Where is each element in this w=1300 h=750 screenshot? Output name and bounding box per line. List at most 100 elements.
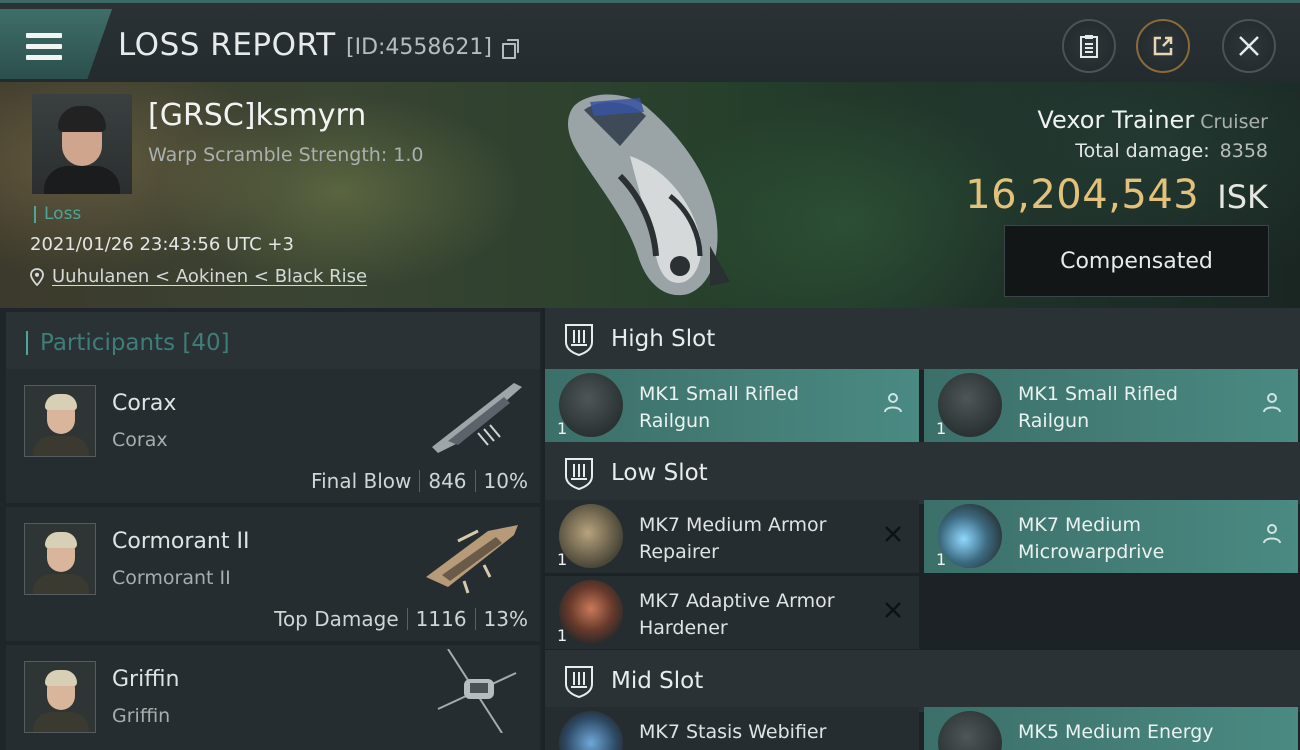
- share-icon: [1153, 36, 1173, 56]
- module-slot[interactable]: 1 MK7 Medium Microwarpdrive: [924, 500, 1298, 573]
- report-id: [ID:4558621]: [346, 35, 492, 60]
- compensated-button[interactable]: Compensated: [1004, 225, 1269, 297]
- participants-header: Participants [40]: [6, 312, 540, 374]
- module-slot[interactable]: 1 MK1 Small Rifled Railgun: [545, 369, 919, 442]
- module-slot[interactable]: 1 MK7 Medium Armor Repairer: [545, 500, 919, 573]
- module-slot[interactable]: 1 MK1 Small Rifled Railgun: [924, 369, 1298, 442]
- high-slot-label: High Slot: [611, 326, 716, 352]
- participants-label: Participants: [40, 330, 176, 356]
- loss-datetime: 2021/01/26 23:43:56 UTC +3: [30, 234, 294, 255]
- railgun-icon: [938, 373, 1002, 437]
- participants-panel: Participants [40] Corax Corax Final Blow…: [0, 308, 542, 750]
- victim-ship-image[interactable]: [560, 86, 740, 300]
- module-slot[interactable]: 1 MK7 Adaptive Armor Hardener: [545, 576, 919, 649]
- total-damage-value: 8358: [1219, 140, 1268, 162]
- energy-module-icon: [938, 711, 1002, 750]
- close-button[interactable]: [1222, 19, 1276, 73]
- module-qty: 1: [936, 550, 947, 569]
- module-name: MK7 Stasis Webifier: [639, 721, 827, 743]
- module-qty: 1: [557, 419, 568, 438]
- module-name: MK7 Adaptive Armor Hardener: [639, 590, 835, 639]
- module-name: MK1 Small Rifled Railgun: [639, 383, 799, 432]
- module-qty: 1: [936, 419, 947, 438]
- participant-avatar[interactable]: [24, 523, 96, 595]
- total-damage: Total damage: 8358: [1075, 140, 1268, 162]
- participant-name: Cormorant II: [112, 529, 250, 554]
- participant-damage: 846: [428, 469, 467, 493]
- participant-ship-image[interactable]: [418, 511, 528, 595]
- high-slot-header: High Slot: [545, 308, 1300, 370]
- ship-name-text: Vexor Trainer: [1037, 106, 1195, 134]
- participant-avatar[interactable]: [24, 661, 96, 733]
- module-slot[interactable]: MK7 Stasis Webifier: [545, 707, 919, 750]
- participant-name: Corax: [112, 391, 177, 416]
- mid-slot-icon: [565, 666, 593, 698]
- participant-percent: 13%: [483, 607, 528, 631]
- close-icon: [1239, 36, 1259, 56]
- module-slot[interactable]: MK5 Medium Energy: [924, 707, 1298, 750]
- victim-panel: [GRSC]ksmyrn Warp Scramble Strength: 1.0…: [0, 82, 1300, 308]
- module-qty: 1: [557, 626, 568, 645]
- fitting-panel: High Slot 1 MK1 Small Rifled Railgun 1 M…: [545, 308, 1300, 750]
- clipboard-button[interactable]: [1062, 19, 1116, 73]
- railgun-icon: [559, 373, 623, 437]
- participant-role: Top Damage: [274, 607, 399, 631]
- module-name: MK7 Medium Microwarpdrive: [1018, 514, 1165, 563]
- warp-scramble-strength: Warp Scramble Strength: 1.0: [148, 144, 424, 166]
- participant-avatar[interactable]: [24, 385, 96, 457]
- clipboard-icon: [1080, 35, 1098, 58]
- high-slot-icon: [565, 324, 593, 356]
- microwarpdrive-icon: [938, 504, 1002, 568]
- participant-row[interactable]: Corax Corax Final Blow 846 10%: [6, 369, 540, 503]
- top-bar: LOSS REPORT [ID:4558621]: [0, 0, 1300, 82]
- participant-row[interactable]: Cormorant II Cormorant II Top Damage 1116…: [6, 507, 540, 641]
- menu-button[interactable]: [0, 9, 112, 79]
- armor-repairer-icon: [559, 504, 623, 568]
- victim-name[interactable]: [GRSC]ksmyrn: [148, 98, 366, 133]
- victim-portrait[interactable]: [32, 94, 132, 194]
- low-slot-icon: [565, 458, 593, 490]
- module-name: MK7 Medium Armor Repairer: [639, 514, 827, 563]
- participant-stats: Top Damage 1116 13%: [274, 607, 528, 631]
- copy-icon[interactable]: [502, 39, 519, 59]
- location-pin-icon: [30, 267, 44, 286]
- participant-ship: Cormorant II: [112, 567, 231, 589]
- low-slot-label: Low Slot: [611, 460, 708, 486]
- destroyed-x-icon: [885, 526, 901, 542]
- participant-ship-image[interactable]: [418, 373, 528, 457]
- victim-ship-name[interactable]: Vexor Trainer Cruiser: [1037, 106, 1268, 134]
- location-link[interactable]: Uuhulanen < Aokinen < Black Rise: [30, 266, 367, 287]
- participant-damage: 1116: [415, 607, 467, 631]
- location-text[interactable]: Uuhulanen < Aokinen < Black Rise: [52, 266, 367, 287]
- participant-role: Final Blow: [311, 469, 412, 493]
- participant-ship: Corax: [112, 429, 168, 451]
- mid-slot-header: Mid Slot: [545, 650, 1300, 712]
- module-name: MK5 Medium Energy: [1018, 721, 1214, 743]
- dropped-icon: [884, 393, 902, 413]
- participant-percent: 10%: [483, 469, 528, 493]
- destroyed-x-icon: [885, 602, 901, 618]
- mid-slot-label: Mid Slot: [611, 668, 704, 694]
- dropped-icon: [1263, 524, 1281, 544]
- module-name: MK1 Small Rifled Railgun: [1018, 383, 1178, 432]
- participants-count: [40]: [182, 330, 230, 356]
- low-slot-header: Low Slot: [545, 442, 1300, 504]
- participant-row[interactable]: Griffin Griffin: [6, 645, 540, 750]
- participant-stats: Final Blow 846 10%: [311, 469, 528, 493]
- module-qty: 1: [557, 550, 568, 569]
- participant-ship: Griffin: [112, 705, 171, 727]
- participant-ship-image[interactable]: [418, 649, 528, 733]
- share-button[interactable]: [1136, 19, 1190, 73]
- hamburger-icon: [26, 33, 62, 61]
- loss-tag: Loss: [34, 206, 81, 223]
- isk-unit: ISK: [1217, 178, 1268, 216]
- stasis-webifier-icon: [559, 711, 623, 750]
- dropped-icon: [1263, 393, 1281, 413]
- armor-hardener-icon: [559, 580, 623, 644]
- isk-value: 16,204,543 ISK: [965, 172, 1268, 218]
- total-damage-label: Total damage:: [1075, 140, 1210, 162]
- page-title: LOSS REPORT: [118, 27, 336, 63]
- ship-class: Cruiser: [1200, 111, 1268, 133]
- isk-amount: 16,204,543: [965, 172, 1200, 218]
- participant-name: Griffin: [112, 667, 180, 692]
